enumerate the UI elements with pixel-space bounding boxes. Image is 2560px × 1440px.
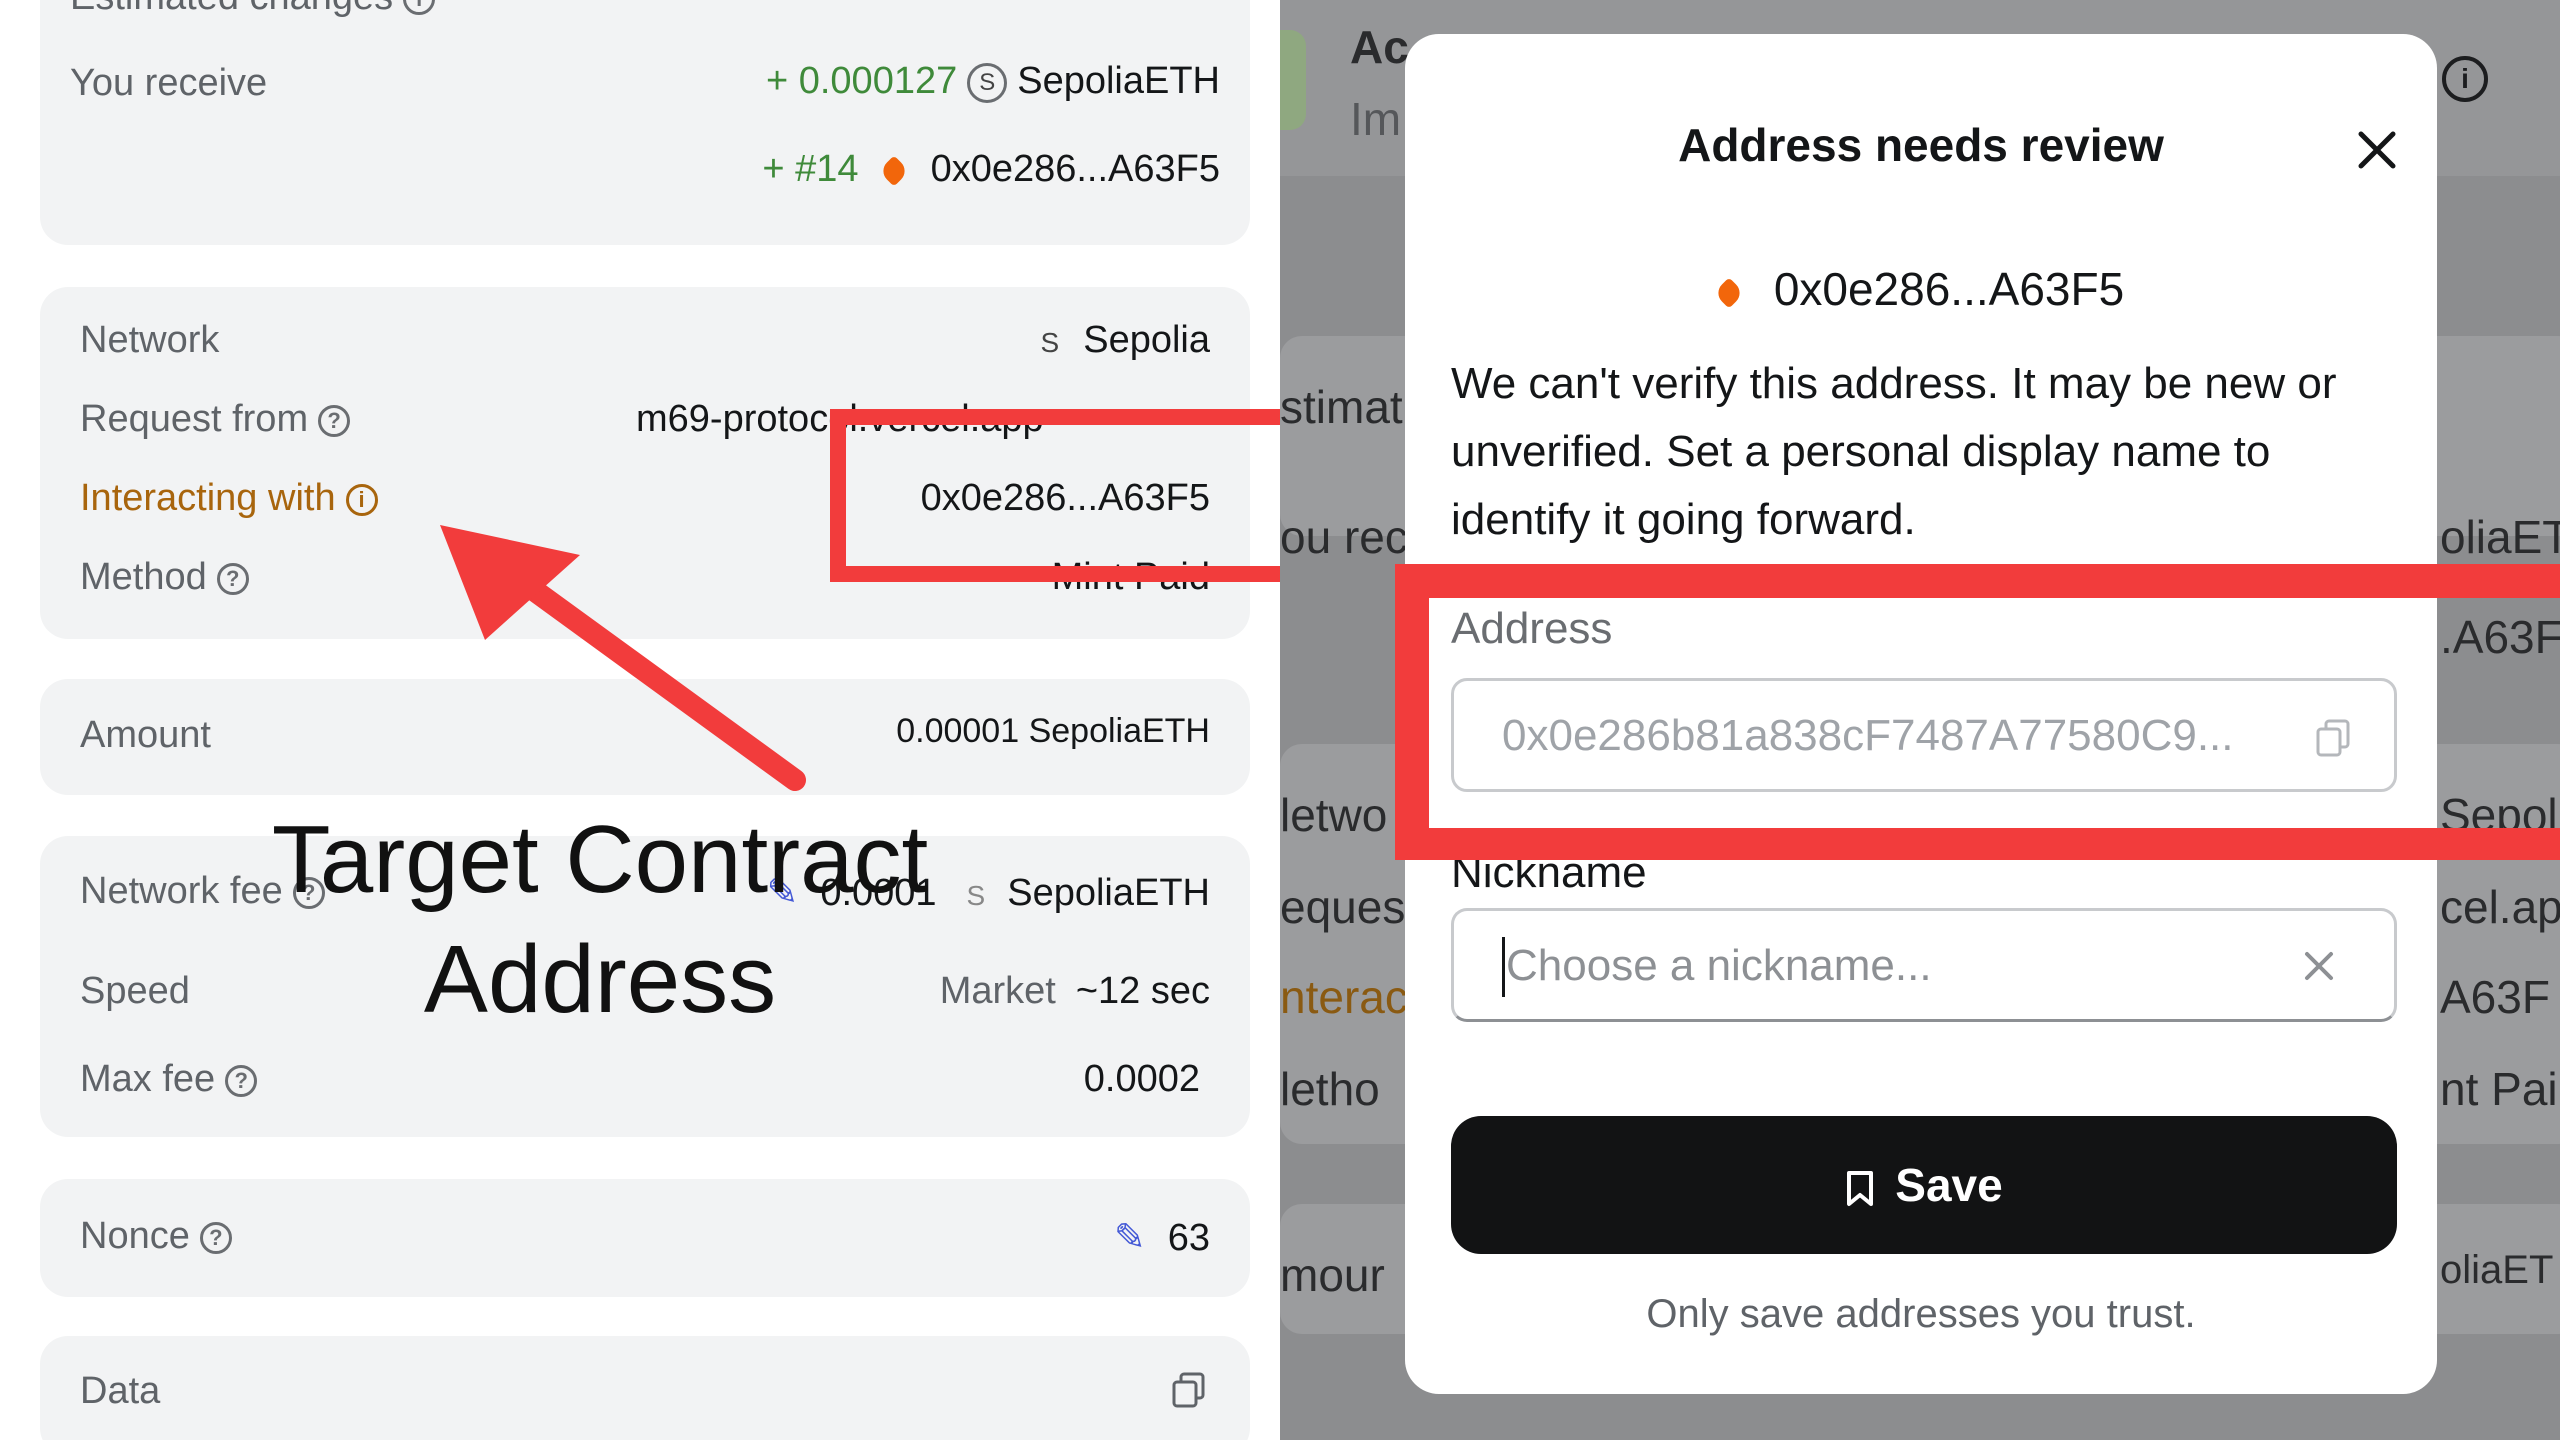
dimmed-background: Ac Im i stimat ou rec oliaET .A63F letwo…: [1280, 0, 2560, 1440]
help-icon[interactable]: ?: [216, 562, 249, 595]
receive-amount-1: + 0.000127: [765, 60, 958, 102]
transaction-confirmation-panel: Estimated changesi You receive + 0.00012…: [0, 0, 1280, 1440]
info-icon[interactable]: i: [403, 0, 436, 15]
background-title: Ac: [1350, 21, 1409, 73]
fox-identicon-icon: [878, 155, 910, 187]
interacting-with-label: Interacting with i: [80, 477, 378, 520]
background-text: nterac: [1280, 971, 1408, 1023]
trust-note: Only save addresses you trust.: [1646, 1292, 2196, 1336]
network-label: Network: [80, 319, 220, 361]
data-card: Data: [40, 1336, 1250, 1440]
help-icon[interactable]: ?: [318, 404, 351, 437]
background-text: eques: [1280, 881, 1406, 933]
receive-row-2: + #14 0x0e286...A63F5: [762, 148, 1220, 191]
receive-amount-2: + #14: [762, 148, 859, 190]
background-text: cel.ap: [2440, 881, 2560, 933]
nickname-placeholder: Choose a nickname...: [1506, 941, 1932, 990]
data-label: Data: [80, 1370, 161, 1412]
info-icon[interactable]: i: [2442, 56, 2488, 102]
network-value: S Sepolia: [1040, 319, 1210, 361]
nonce-label: Nonce?: [80, 1215, 232, 1258]
copy-icon[interactable]: [1172, 1372, 1206, 1408]
nickname-input[interactable]: Choose a nickname...: [1451, 908, 2397, 1022]
receive-token-1: SepoliaETH: [1017, 60, 1220, 102]
sepolia-token-icon: S: [967, 62, 1008, 103]
nonce-card: Nonce? ✎ 63: [40, 1179, 1250, 1297]
clear-icon[interactable]: [2302, 949, 2336, 983]
background-text: letwo: [1280, 789, 1388, 841]
arrow-annotation-icon: [440, 525, 806, 791]
background-text: A63F: [2440, 971, 2550, 1023]
speed-label: Speed: [80, 970, 190, 1012]
estimated-changes-label: Estimated changesi: [70, 0, 436, 19]
background-avatar: [1280, 30, 1306, 130]
background-text: oliaET: [2440, 1248, 2554, 1292]
text-caret: [1502, 937, 1505, 997]
background-text: oliaET: [2440, 511, 2560, 563]
estimated-changes-card: Estimated changesi You receive + 0.00012…: [40, 0, 1250, 245]
max-fee-label: Max fee?: [80, 1058, 258, 1101]
max-fee-value: 0.0002: [1083, 1058, 1200, 1100]
highlight-box: [1395, 564, 2560, 860]
highlight-box: [830, 409, 1280, 582]
help-icon[interactable]: ?: [225, 1064, 258, 1097]
annotation-label: Target Contract Address: [271, 806, 929, 1033]
background-text: mour: [1280, 1249, 1385, 1301]
sepolia-network-icon: S: [1040, 327, 1060, 358]
address-summary: 0x0e286...A63F5: [1405, 262, 2437, 316]
you-receive-label: You receive: [70, 62, 268, 104]
save-button[interactable]: Save: [1451, 1116, 2397, 1254]
nonce-value: ✎ 63: [1113, 1217, 1210, 1259]
info-icon[interactable]: i: [345, 483, 378, 516]
background-text: ou rec: [1280, 511, 1408, 563]
fox-identicon-icon: [1713, 277, 1745, 309]
bookmark-icon: [1847, 1170, 1874, 1206]
receive-token-2[interactable]: 0x0e286...A63F5: [931, 148, 1220, 190]
background-subtitle: Im: [1350, 93, 1402, 145]
background-text: letho: [1280, 1063, 1380, 1115]
request-from-label: Request from?: [80, 398, 351, 441]
background-text: nt Pai: [2440, 1063, 2558, 1115]
modal-title: Address needs review: [1678, 119, 2164, 171]
receive-row-1: + 0.000127 S SepoliaETH: [766, 60, 1220, 103]
help-icon[interactable]: ?: [199, 1221, 232, 1254]
close-icon[interactable]: [2353, 126, 2401, 174]
method-label: Method?: [80, 556, 249, 599]
amount-value: 0.00001 SepoliaETH: [896, 712, 1210, 750]
edit-pencil-icon[interactable]: ✎: [1114, 1217, 1146, 1259]
modal-description: We can't verify this address. It may be …: [1451, 359, 2337, 544]
background-text: stimat: [1280, 381, 1403, 433]
amount-label: Amount: [80, 714, 211, 756]
